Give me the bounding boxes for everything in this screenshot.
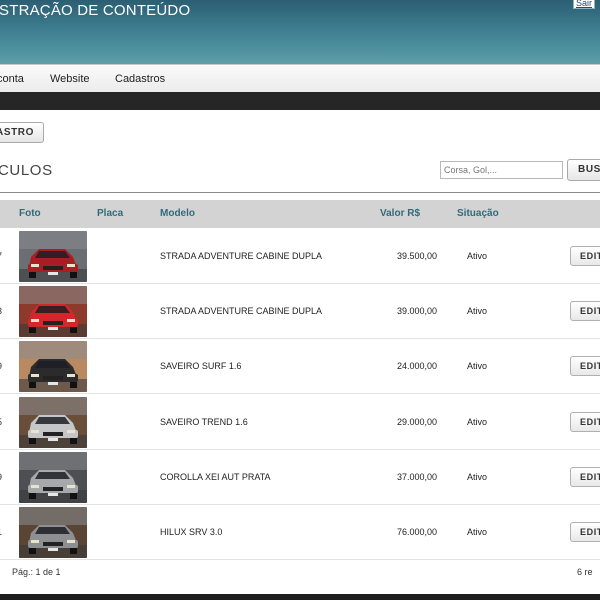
row-id: 9: [0, 361, 2, 371]
row-id: 9: [0, 472, 2, 482]
app-title: STRAÇÃO DE CONTEÚDO: [0, 2, 191, 19]
vehicle-photo[interactable]: [19, 452, 87, 503]
menu-item-website[interactable]: Website: [50, 73, 90, 85]
table-row: 1 HILUX SRV 3.0 76.000,00 Ativo EDIT: [0, 505, 600, 560]
edit-button[interactable]: EDIT: [570, 522, 600, 542]
new-record-button[interactable]: ASTRO: [0, 122, 44, 143]
row-id: 3: [0, 306, 2, 316]
table-header: Foto Placa Modelo Valor R$ Situação: [0, 200, 600, 228]
section-divider: [0, 192, 600, 193]
vehicle-model: COROLLA XEI AUT PRATA: [160, 472, 271, 482]
vehicle-photo[interactable]: [19, 341, 87, 392]
edit-button[interactable]: EDIT: [570, 356, 600, 376]
table-row: 9 SAVEIRO SURF 1.6 24.000,00 Ativo EDIT: [0, 339, 600, 394]
table-footer: Pág.: 1 de 1 6 re: [0, 562, 600, 584]
column-header-situacao: Situação: [457, 208, 499, 219]
edit-button[interactable]: EDIT: [570, 301, 600, 321]
menu-item-conta[interactable]: conta: [0, 73, 24, 85]
vehicle-photo[interactable]: [19, 507, 87, 558]
table-row: 9 COROLLA XEI AUT PRATA 37.000,00 Ativo EDIT: [0, 450, 600, 505]
edit-button[interactable]: EDIT: [570, 412, 600, 432]
vehicle-model: SAVEIRO SURF 1.6: [160, 361, 242, 371]
vehicle-photo[interactable]: [19, 286, 87, 337]
submenu-bar: [0, 92, 600, 110]
vehicle-status: Ativo: [467, 251, 488, 261]
vehicle-status: Ativo: [467, 361, 488, 371]
row-id: 1: [0, 527, 2, 537]
header-bar: STRAÇÃO DE CONTEÚDO Sair ​: [0, 0, 600, 64]
column-header-modelo: Modelo: [160, 208, 195, 219]
vehicle-model: STRADA ADVENTURE CABINE DUPLA: [160, 251, 323, 261]
vehicle-status: Ativo: [467, 306, 488, 316]
column-header-placa: Placa: [97, 208, 124, 219]
pagination-text: Pág.: 1 de 1: [12, 567, 61, 577]
column-header-valor: Valor R$: [380, 208, 421, 219]
bottom-bar: [0, 594, 600, 600]
vehicle-status: Ativo: [467, 417, 488, 427]
vehicle-price: 39.500,00: [396, 251, 437, 261]
table-row: 3 STRADA ADVENTURE CABINE DUPLA 39.000,00 A…: [0, 284, 600, 339]
page-title: CULOS: [0, 162, 53, 179]
column-header-foto: Foto: [19, 208, 41, 219]
vehicle-price: 24.000,00: [396, 361, 437, 371]
app-window: STRAÇÃO DE CONTEÚDO Sair ​ conta Website…: [0, 0, 600, 600]
table-row: 7 STRADA ADVENTURE CABINE DUPLA 39.500,00 A…: [0, 229, 600, 284]
main-menu: conta Website Cadastros: [0, 64, 600, 92]
vehicle-price: 29.000,00: [396, 417, 437, 427]
vehicle-price: 39.000,00: [396, 306, 437, 316]
row-id: 5: [0, 417, 2, 427]
vehicle-model: SAVEIRO TREND 1.6: [160, 417, 248, 427]
edit-button[interactable]: EDIT: [570, 246, 600, 266]
vehicle-price: 37.000,00: [396, 472, 437, 482]
edit-button[interactable]: EDIT: [570, 467, 600, 487]
record-count: 6 re: [577, 567, 593, 577]
vehicle-status: Ativo: [467, 527, 488, 537]
vehicle-status: Ativo: [467, 472, 488, 482]
search-button[interactable]: BUSC: [567, 159, 600, 181]
search-input[interactable]: [440, 161, 563, 179]
vehicle-photo[interactable]: [19, 231, 87, 282]
vehicle-model: STRADA ADVENTURE CABINE DUPLA: [160, 306, 323, 316]
row-id: 7: [0, 251, 2, 261]
menu-item-cadastros[interactable]: Cadastros: [115, 73, 165, 85]
vehicle-photo[interactable]: [19, 397, 87, 448]
table-row: 5 SAVEIRO TREND 1.6 29.000,00 Ativo EDIT: [0, 395, 600, 450]
logout-link[interactable]: Sair: [573, 0, 595, 9]
vehicle-price: 76.000,00: [396, 527, 437, 537]
vehicle-model: HILUX SRV 3.0: [160, 527, 223, 537]
